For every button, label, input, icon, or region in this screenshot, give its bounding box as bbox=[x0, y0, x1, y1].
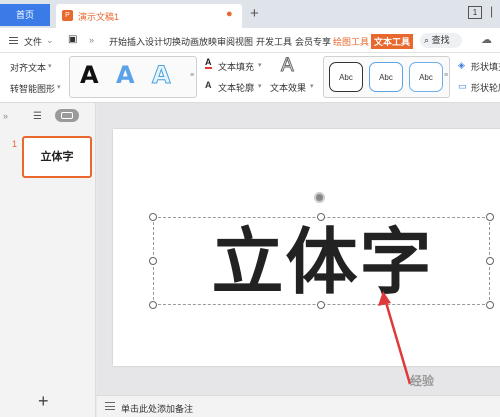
arrow-line bbox=[383, 298, 412, 385]
arrow-head bbox=[378, 291, 391, 306]
watermark: 经验 bbox=[410, 374, 435, 388]
annotation-arrow bbox=[378, 291, 412, 385]
